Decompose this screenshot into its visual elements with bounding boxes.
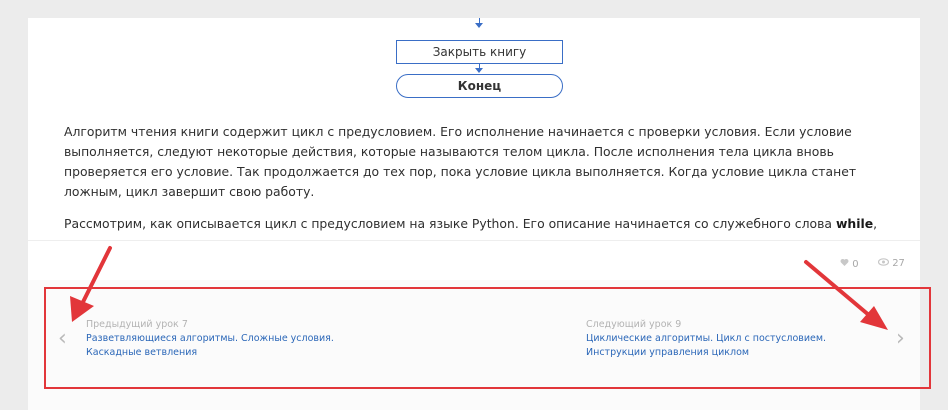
likes-count: 0 (852, 259, 859, 270)
flowchart-arrow (475, 68, 483, 73)
divider (28, 240, 920, 241)
keyword-while: while (835, 216, 874, 231)
flowchart-arrow (475, 23, 483, 28)
eye-icon (877, 258, 890, 266)
paragraph-text: , (873, 216, 878, 231)
flowchart-end-terminal: Конец (396, 74, 563, 98)
paragraph-text: Рассмотрим, как описывается цикл с преду… (64, 216, 832, 231)
views-counter: 27 (877, 258, 905, 269)
previous-lesson-link[interactable]: Разветвляющиеся алгоритмы. Сложные услов… (86, 332, 386, 346)
next-lesson-link[interactable]: Инструкции управления циклом (586, 346, 886, 360)
chevron-right-icon[interactable]: › (896, 328, 905, 350)
likes-counter[interactable]: 0 (840, 258, 859, 270)
previous-lesson-link[interactable]: Каскадные ветвления (86, 346, 386, 360)
views-count: 27 (892, 258, 905, 269)
next-lesson-caption: Следующий урок 9 (586, 319, 682, 330)
flowchart-close-book-block: Закрыть книгу (396, 40, 563, 64)
next-lesson-link[interactable]: Циклические алгоритмы. Цикл с постуслови… (586, 332, 886, 346)
previous-lesson[interactable]: Предыдущий урок 7 Разветвляющиеся алгори… (86, 318, 386, 360)
previous-lesson-caption: Предыдущий урок 7 (86, 319, 188, 330)
article-content: Закрыть книгу Конец Алгоритм чтения книг… (28, 18, 920, 240)
next-lesson[interactable]: Следующий урок 9 Циклические алгоритмы. … (586, 318, 886, 360)
heart-icon (840, 258, 849, 266)
article-paragraph: Алгоритм чтения книги содержит цикл с пр… (64, 124, 857, 199)
chevron-left-icon[interactable]: ‹ (58, 328, 67, 350)
article-paragraph: Рассмотрим, как описывается цикл с преду… (64, 214, 894, 234)
